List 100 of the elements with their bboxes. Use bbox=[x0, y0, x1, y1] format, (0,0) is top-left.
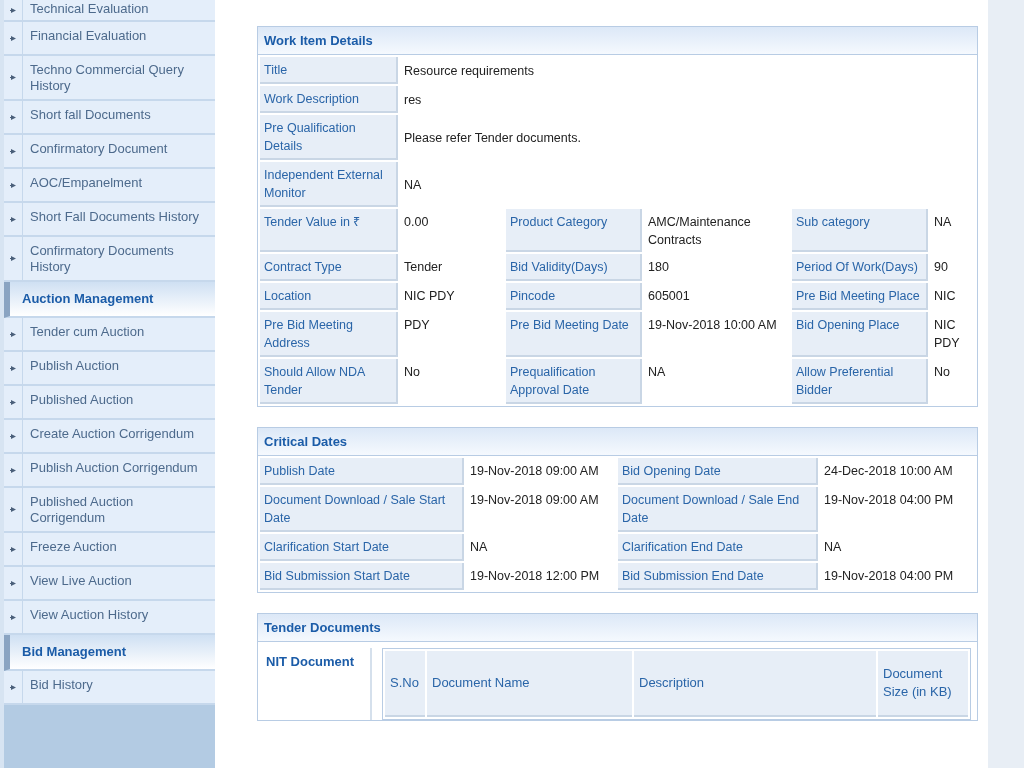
sidebar-item[interactable]: Create Auction Corrigendum bbox=[4, 420, 215, 454]
field-label: Pre Qualification Details bbox=[260, 115, 398, 160]
field-value: 19-Nov-2018 12:00 PM bbox=[469, 568, 601, 585]
field-value: NIC bbox=[933, 288, 957, 305]
sidebar-item[interactable]: Technical Evaluation bbox=[4, 0, 215, 22]
field-label: Publish Date bbox=[260, 458, 464, 485]
sidebar-item[interactable]: Publish Auction Corrigendum bbox=[4, 454, 215, 488]
field-value: AMC/Maintenance Contracts bbox=[647, 214, 752, 249]
field-label: Pincode bbox=[506, 283, 642, 310]
field-label: Pre Bid Meeting Address bbox=[260, 312, 398, 357]
field-label: Sub category bbox=[792, 209, 928, 252]
field-value: NA bbox=[823, 539, 843, 556]
field-label: Clarification Start Date bbox=[260, 534, 464, 561]
field-value: 180 bbox=[647, 259, 670, 276]
field-value: 0.00 bbox=[403, 214, 430, 231]
field-label: Pre Bid Meeting Date bbox=[506, 312, 642, 357]
panel-title: Critical Dates bbox=[258, 428, 977, 456]
sidebar-section-header: Auction Management bbox=[4, 282, 215, 318]
panel-title: Work Item Details bbox=[258, 27, 977, 55]
arrow-icon bbox=[9, 579, 17, 587]
field-label: Bid Opening Date bbox=[618, 458, 818, 485]
field-value: 19-Nov-2018 10:00 AM bbox=[647, 317, 778, 334]
field-label: Contract Type bbox=[260, 254, 398, 281]
field-value: 19-Nov-2018 04:00 PM bbox=[823, 568, 955, 585]
field-label: Tender Value in ₹ bbox=[260, 209, 398, 252]
field-label: Should Allow NDA Tender bbox=[260, 359, 398, 404]
arrow-icon bbox=[9, 330, 17, 338]
field-value: 19-Nov-2018 04:00 PM bbox=[823, 492, 955, 509]
field-label: Bid Validity(Days) bbox=[506, 254, 642, 281]
sidebar-item[interactable]: Publish Auction bbox=[4, 352, 215, 386]
arrow-icon bbox=[9, 181, 17, 189]
field-label: Independent External Monitor bbox=[260, 162, 398, 207]
arrow-icon bbox=[9, 545, 17, 553]
field-label: Title bbox=[260, 57, 398, 84]
sidebar-item[interactable]: Tender cum Auction bbox=[4, 318, 215, 352]
sidebar-item[interactable]: Short Fall Documents History bbox=[4, 203, 215, 237]
field-label: Document Download / Sale Start Date bbox=[260, 487, 464, 532]
sidebar-section-header: Bid Management bbox=[4, 635, 215, 671]
sidebar-item[interactable]: Bid History bbox=[4, 671, 215, 705]
field-value: NA bbox=[933, 214, 953, 231]
column-header: Document Size (in KB) bbox=[878, 651, 968, 717]
field-label: Document Download / Sale End Date bbox=[618, 487, 818, 532]
column-header: S.No bbox=[385, 651, 425, 717]
field-label: Product Category bbox=[506, 209, 642, 252]
field-value: No bbox=[933, 364, 951, 381]
sidebar-item[interactable]: AOC/Empanelment bbox=[4, 169, 215, 203]
arrow-icon bbox=[9, 34, 17, 42]
field-value: NIC PDY bbox=[403, 288, 456, 305]
field-label: Prequalification Approval Date bbox=[506, 359, 642, 404]
nit-label: NIT Document bbox=[262, 648, 372, 720]
column-header: Description bbox=[634, 651, 876, 717]
arrow-icon bbox=[9, 432, 17, 440]
arrow-icon bbox=[9, 613, 17, 621]
field-value: 90 bbox=[933, 259, 949, 276]
column-header: Document Name bbox=[427, 651, 632, 717]
field-label: Allow Preferential Bidder bbox=[792, 359, 928, 404]
panel-title: Tender Documents bbox=[258, 614, 977, 642]
field-label: Period Of Work(Days) bbox=[792, 254, 928, 281]
sidebar-item[interactable]: Financial Evaluation bbox=[4, 22, 215, 56]
sidebar-item[interactable]: Short fall Documents bbox=[4, 101, 215, 135]
field-value: 19-Nov-2018 09:00 AM bbox=[469, 492, 600, 509]
arrow-icon bbox=[9, 147, 17, 155]
field-label: Work Description bbox=[260, 86, 398, 113]
field-value: res bbox=[403, 92, 423, 109]
field-value: 605001 bbox=[647, 288, 691, 305]
field-value: PDY bbox=[403, 317, 431, 334]
field-value: NA bbox=[469, 539, 489, 556]
arrow-icon bbox=[9, 398, 17, 406]
arrow-icon bbox=[9, 683, 17, 691]
field-label: Bid Opening Place bbox=[792, 312, 928, 357]
field-label: Bid Submission Start Date bbox=[260, 563, 464, 590]
sidebar-item[interactable]: Freeze Auction bbox=[4, 533, 215, 567]
sidebar-item[interactable]: View Live Auction bbox=[4, 567, 215, 601]
sidebar-item[interactable]: Confirmatory Documents History bbox=[4, 237, 215, 282]
field-value: No bbox=[403, 364, 421, 381]
field-label: Bid Submission End Date bbox=[618, 563, 818, 590]
arrow-icon bbox=[9, 6, 17, 14]
field-value: NIC PDY bbox=[933, 317, 961, 352]
arrow-icon bbox=[9, 113, 17, 121]
field-value: NA bbox=[647, 364, 667, 381]
arrow-icon bbox=[9, 506, 17, 513]
field-value: Tender bbox=[403, 259, 444, 276]
sidebar-item[interactable]: Published Auction Corrigendum bbox=[4, 488, 215, 533]
sidebar-item[interactable]: View Auction History bbox=[4, 601, 215, 635]
field-value: Please refer Tender documents. bbox=[403, 130, 582, 147]
arrow-icon bbox=[9, 215, 17, 223]
sidebar-item[interactable]: Confirmatory Document bbox=[4, 135, 215, 169]
sidebar-item[interactable]: Techno Commercial Query History bbox=[4, 56, 215, 101]
field-value: Resource requirements bbox=[403, 63, 535, 80]
arrow-icon bbox=[9, 364, 17, 372]
arrow-icon bbox=[9, 74, 17, 81]
arrow-icon bbox=[9, 255, 17, 262]
field-label: Clarification End Date bbox=[618, 534, 818, 561]
field-label: Location bbox=[260, 283, 398, 310]
field-label: Pre Bid Meeting Place bbox=[792, 283, 928, 310]
field-value: 19-Nov-2018 09:00 AM bbox=[469, 463, 600, 480]
arrow-icon bbox=[9, 466, 17, 474]
field-value: NA bbox=[403, 177, 423, 194]
field-value: 24-Dec-2018 10:00 AM bbox=[823, 463, 954, 480]
sidebar-item[interactable]: Published Auction bbox=[4, 386, 215, 420]
